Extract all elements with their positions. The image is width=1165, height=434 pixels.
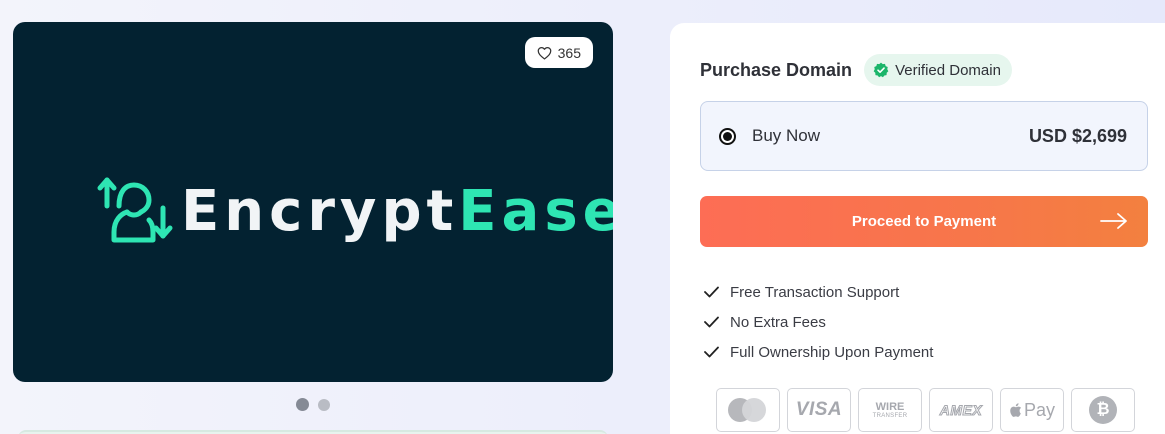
verified-check-icon bbox=[873, 62, 889, 78]
arrow-right-icon bbox=[1100, 213, 1127, 229]
bitcoin-icon: ₿ bbox=[1071, 388, 1135, 432]
heart-icon bbox=[537, 46, 552, 60]
next-section-card bbox=[18, 430, 608, 434]
payment-methods: VISA WIRE TRANSFER AMEX Pay ₿ bbox=[716, 388, 1135, 432]
carousel-dots bbox=[296, 398, 330, 411]
brand-wordmark: EncryptEase bbox=[181, 184, 613, 240]
like-count: 365 bbox=[557, 44, 581, 61]
carousel-dot-1[interactable] bbox=[296, 398, 309, 411]
buy-now-radio[interactable] bbox=[719, 127, 736, 145]
brand-logo: EncryptEase bbox=[97, 172, 613, 252]
feature-list: Free Transaction Support No Extra Fees F… bbox=[704, 277, 933, 367]
proceed-label: Proceed to Payment bbox=[851, 213, 997, 230]
amex-icon: AMEX bbox=[929, 388, 993, 432]
verified-badge: Verified Domain bbox=[864, 54, 1012, 86]
apple-pay-icon: Pay bbox=[1000, 388, 1064, 432]
mastercard-icon bbox=[716, 388, 780, 432]
purchase-panel: Purchase Domain Verified Domain Buy Now … bbox=[670, 23, 1165, 434]
check-icon bbox=[704, 316, 719, 328]
like-button[interactable]: 365 bbox=[524, 37, 593, 68]
brand-word-1: Encrypt bbox=[181, 179, 459, 244]
visa-icon: VISA bbox=[787, 388, 851, 432]
user-sync-icon bbox=[97, 177, 173, 243]
proceed-to-payment-button[interactable]: Proceed to Payment bbox=[700, 196, 1148, 247]
feature-item: No Extra Fees bbox=[704, 307, 933, 337]
buy-now-price: USD $2,699 bbox=[1028, 125, 1127, 146]
brand-word-2: Ease bbox=[458, 179, 613, 244]
wire-transfer-icon: WIRE TRANSFER bbox=[858, 388, 922, 432]
feature-text: Free Transaction Support bbox=[730, 283, 900, 301]
domain-logo-gallery[interactable]: 365 EncryptEase bbox=[13, 22, 613, 382]
purchase-header: Purchase Domain Verified Domain bbox=[700, 54, 1012, 86]
apple-logo-icon bbox=[1010, 403, 1022, 417]
feature-text: No Extra Fees bbox=[730, 313, 826, 331]
buy-now-label: Buy Now bbox=[752, 126, 821, 145]
verified-label: Verified Domain bbox=[895, 61, 1001, 79]
feature-item: Full Ownership Upon Payment bbox=[704, 337, 933, 367]
check-icon bbox=[704, 346, 719, 358]
check-icon bbox=[704, 286, 719, 298]
feature-item: Free Transaction Support bbox=[704, 277, 933, 307]
purchase-title: Purchase Domain bbox=[700, 59, 853, 80]
carousel-dot-2[interactable] bbox=[318, 398, 330, 411]
feature-text: Full Ownership Upon Payment bbox=[730, 343, 934, 361]
buy-now-option[interactable]: Buy Now USD $2,699 bbox=[700, 101, 1148, 171]
